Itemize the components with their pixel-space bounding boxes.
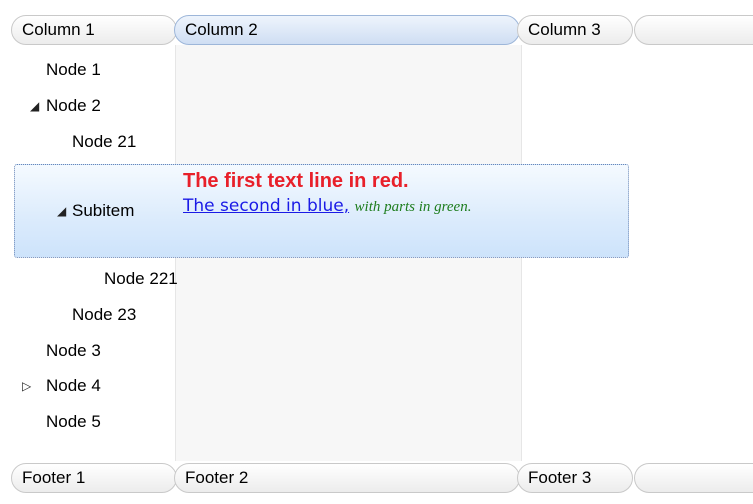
tree-row-label: Node 2 [46,96,101,115]
tree-row-node-221[interactable]: Node 221 [14,261,753,297]
mixed-text-line: The second in blue, with parts in green. [183,194,513,219]
tree-row-node-2[interactable]: ◢ Node 2 [14,88,753,124]
tree-row-label: Node 21 [72,132,137,151]
tree-row-label: Node 3 [46,341,101,360]
tree-row-label: Node 221 [104,269,178,288]
green-italic-text: with parts in green. [354,199,472,215]
column-footer-3: Footer 3 [517,463,633,493]
tree-row-label: Node 5 [46,412,101,431]
red-text-line: The first text line in red. [183,170,409,192]
expanded-triangle-icon[interactable]: ◢ [30,88,39,124]
collapsed-triangle-icon[interactable]: ▷ [22,368,31,404]
expanded-triangle-icon[interactable]: ◢ [57,193,66,229]
tree-row-node-21[interactable]: Node 21 [14,124,753,160]
blue-underlined-text[interactable]: The second in blue, [183,196,349,216]
column-header-3[interactable]: Column 3 [517,15,633,45]
column-header-1[interactable]: Column 1 [11,15,177,45]
tree-row-node-23[interactable]: Node 23 [14,297,753,333]
tree-row-node-5[interactable]: Node 5 [14,404,753,440]
tree-row-label: Node 1 [46,60,101,79]
column-header-2[interactable]: Column 2 [174,15,520,45]
column-footer-2: Footer 2 [174,463,520,493]
tree-row-label: Subitem [72,201,135,220]
tree-row-node-3[interactable]: Node 3 [14,333,753,369]
column-footer-1: Footer 1 [11,463,177,493]
tree-list-view[interactable]: Column 1 Column 2 Column 3 Node 1 ◢ Node… [0,0,753,504]
rich-text-cell: The first text line in red. The second i… [183,168,513,219]
column-header-4[interactable] [634,15,753,45]
column-footer-4 [634,463,753,493]
tree-row-node-1[interactable]: Node 1 [14,52,753,88]
tree-row-label: Node 4 [46,376,101,395]
tree-row-label: Node 23 [72,305,137,324]
tree-row-node-4[interactable]: ▷ Node 4 [14,368,753,404]
